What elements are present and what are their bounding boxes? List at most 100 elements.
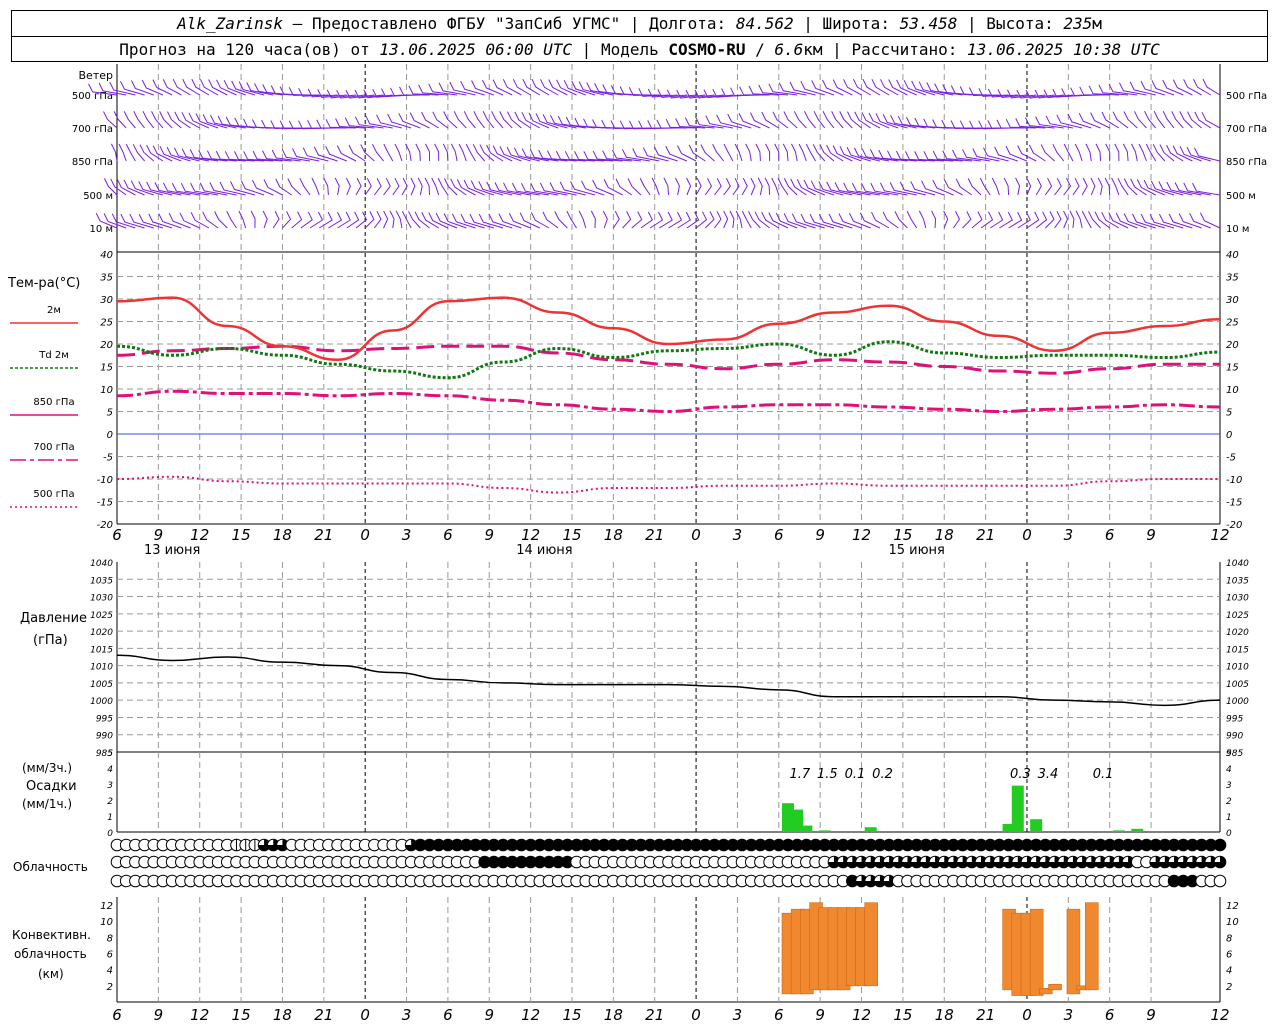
wind-barb xyxy=(442,143,449,162)
wind-barb xyxy=(1063,177,1072,196)
wind-barb xyxy=(700,144,715,162)
wind-barb xyxy=(1172,145,1193,162)
wind-barb xyxy=(435,212,458,229)
wind-barb xyxy=(668,211,683,229)
x-tick-label-top: 9 xyxy=(1146,526,1156,544)
wind-barb xyxy=(1105,143,1111,161)
wind-barb xyxy=(639,177,651,196)
wind-barb xyxy=(918,81,945,96)
x-tick-label-top: 0 xyxy=(360,526,370,544)
x-tick-label-top: 21 xyxy=(976,526,995,544)
wind-barb xyxy=(506,146,531,162)
wind-barb xyxy=(513,147,540,162)
wind-barb xyxy=(775,212,798,229)
temp-y-tick-right: 15 xyxy=(1226,363,1239,374)
wind-barb xyxy=(665,145,688,162)
wind-barb xyxy=(1123,213,1147,229)
temp-legend-label: 700 гПа xyxy=(33,442,74,453)
wind-barb xyxy=(729,210,735,229)
precip-sum-label: 0.3 xyxy=(1010,767,1031,782)
temp-legend-label: Td 2м xyxy=(38,350,69,361)
wind-barb xyxy=(619,120,651,130)
conv-bar xyxy=(1048,983,1062,991)
wind-barb xyxy=(214,211,228,229)
conv-y-tick-right: 6 xyxy=(1226,950,1232,961)
wind-barb xyxy=(846,146,871,162)
wind-barb xyxy=(1131,143,1138,162)
wind-barb xyxy=(288,120,320,130)
wind-barb xyxy=(601,119,632,129)
wind-barb xyxy=(862,78,881,96)
x-tick-label-top: 12 xyxy=(190,526,209,544)
wind-barb xyxy=(1040,144,1055,162)
wind-barb xyxy=(953,210,961,229)
pressure-unit: (гПа) xyxy=(33,633,68,648)
day-label: 13 июня xyxy=(144,543,200,558)
wind-barb xyxy=(383,143,394,162)
precip-y-tick-right: 1 xyxy=(1226,813,1232,823)
wind-barb xyxy=(389,210,395,229)
wind-barb xyxy=(387,113,412,129)
cloudiness-label: Облачность xyxy=(13,860,88,874)
wind-barb xyxy=(1078,112,1101,129)
temp-y-tick-right: 5 xyxy=(1226,408,1232,419)
wind-barb xyxy=(610,120,641,130)
temp-label: Тем-ра(°C) xyxy=(7,276,80,291)
wind-barb xyxy=(612,210,620,229)
temp-y-tick-left: 20 xyxy=(100,340,113,351)
wind-barb xyxy=(1104,177,1111,196)
wind-barb xyxy=(602,210,608,229)
pressure-y-tick-left: 1010 xyxy=(90,663,113,673)
wind-barb xyxy=(1111,177,1120,196)
wind-barb xyxy=(1136,179,1156,196)
temp-legend-label: 850 гПа xyxy=(33,397,74,408)
wind-barb xyxy=(734,143,743,162)
wind-barb xyxy=(231,80,256,96)
wind-barb xyxy=(659,211,673,229)
wind-barb xyxy=(463,111,476,129)
wind-barb xyxy=(415,143,421,162)
wind-barb xyxy=(1044,177,1053,196)
wind-barb xyxy=(471,80,495,96)
wind-barb xyxy=(875,113,899,129)
wind-level-label-right: 10 м xyxy=(1226,224,1249,235)
temp-y-tick-right: 10 xyxy=(1226,385,1239,396)
wind-barb xyxy=(800,213,825,229)
wind-barb xyxy=(219,181,246,196)
wind-barb xyxy=(592,119,623,129)
temp-y-tick-right: 0 xyxy=(1226,430,1232,441)
pressure-y-tick-right: 1000 xyxy=(1226,697,1249,707)
wind-barb xyxy=(1174,182,1202,196)
wind-barb xyxy=(1075,210,1083,229)
x-tick-label-bottom: 9 xyxy=(1146,1006,1156,1024)
wind-barb xyxy=(166,146,191,162)
pressure-y-tick-left: 1035 xyxy=(90,576,113,586)
temp-y-tick-right: 35 xyxy=(1226,273,1239,284)
temp-y-tick-left: -20 xyxy=(97,520,113,531)
wind-barb xyxy=(1035,211,1048,229)
conv-y-tick-right: 2 xyxy=(1226,982,1232,993)
precip-bar xyxy=(1011,785,1024,832)
pressure-y-tick-left: 1015 xyxy=(90,645,113,655)
precip-sum-label: 0.1 xyxy=(1093,767,1114,782)
precip-y-tick-right: 2 xyxy=(1226,797,1232,807)
wind-level-label-left: 10 м xyxy=(90,224,113,235)
precip-bar xyxy=(800,825,813,832)
wind-barb xyxy=(1063,210,1069,229)
wind-barb xyxy=(512,78,531,96)
wind-barb xyxy=(456,179,476,196)
wind-barb xyxy=(243,118,274,129)
wind-barb xyxy=(962,211,972,229)
wind-barb xyxy=(969,120,1000,130)
wind-barb xyxy=(723,143,734,162)
conv-y-tick-left: 4 xyxy=(107,966,113,977)
wind-barb xyxy=(508,212,531,229)
wind-barb xyxy=(364,177,372,196)
wind-barb xyxy=(811,80,835,96)
wind-barb xyxy=(1054,210,1062,229)
wind-barb xyxy=(677,211,691,229)
wind-barb xyxy=(383,210,389,229)
x-tick-label-bottom: 0 xyxy=(360,1006,370,1024)
wind-level-label-right: 500 м xyxy=(1226,191,1256,202)
wind-barb xyxy=(1069,210,1075,229)
